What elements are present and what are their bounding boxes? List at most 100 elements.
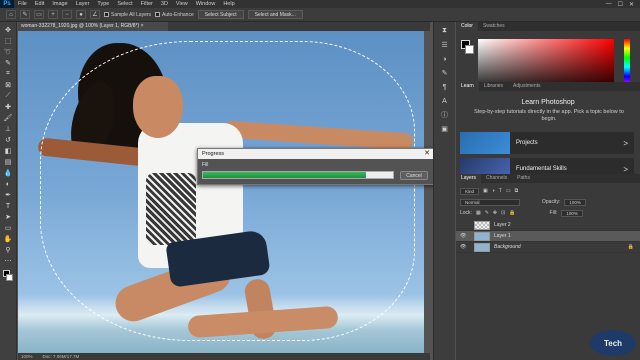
- document-canvas[interactable]: [18, 31, 424, 353]
- menu-help[interactable]: Help: [219, 0, 238, 8]
- progress-bar: [202, 171, 394, 179]
- add-to-selection-icon[interactable]: +: [48, 10, 58, 19]
- quick-selection-tool-icon[interactable]: ✎: [20, 10, 30, 19]
- filter-pixel-icon[interactable]: ▣: [483, 188, 488, 194]
- menu-view[interactable]: View: [172, 0, 192, 8]
- home-icon[interactable]: ⌂: [6, 10, 16, 19]
- tab-libraries[interactable]: Libraries: [479, 82, 508, 91]
- tab-swatches[interactable]: Swatches: [478, 22, 510, 31]
- card-label: Fundamental Skills: [516, 166, 567, 172]
- menu-edit[interactable]: Edit: [31, 0, 48, 8]
- clone-stamp-tool-icon[interactable]: ⊥: [2, 124, 14, 134]
- tab-layers[interactable]: Layers: [456, 174, 482, 183]
- eyedropper-tool-icon[interactable]: ⟋: [2, 91, 14, 101]
- menu-filter[interactable]: Filter: [137, 0, 157, 8]
- move-tool-icon[interactable]: ✥: [2, 25, 14, 35]
- menu-file[interactable]: File: [14, 0, 31, 8]
- close-icon[interactable]: ✕: [629, 1, 634, 8]
- path-selection-tool-icon[interactable]: ➤: [2, 212, 14, 222]
- menu-3d[interactable]: 3D: [157, 0, 172, 8]
- healing-brush-tool-icon[interactable]: ✚: [2, 102, 14, 112]
- background-color-chip[interactable]: [465, 45, 474, 54]
- history-brush-tool-icon[interactable]: ↺: [2, 135, 14, 145]
- frame-tool-icon[interactable]: ⊠: [2, 80, 14, 90]
- tab-adjustments[interactable]: Adjustments: [508, 82, 546, 91]
- tab-paths[interactable]: Paths: [512, 174, 535, 183]
- menu-bar: Ps File Edit Image Layer Type Select Fil…: [0, 0, 640, 8]
- zoom-level[interactable]: 100%: [21, 354, 33, 359]
- menu-select[interactable]: Select: [113, 0, 136, 8]
- blend-opacity-row: Normal Opacity: 100%: [460, 198, 586, 206]
- menu-type[interactable]: Type: [93, 0, 113, 8]
- menu-image[interactable]: Image: [48, 0, 71, 8]
- learn-card-projects[interactable]: Projects >: [460, 132, 634, 154]
- new-selection-icon[interactable]: ▭: [34, 10, 44, 19]
- pen-tool-icon[interactable]: ✒: [2, 190, 14, 200]
- lasso-tool-icon[interactable]: ➰: [2, 47, 14, 57]
- brush-tool-icon[interactable]: 🖌: [2, 113, 14, 123]
- dodge-tool-icon[interactable]: ◐: [2, 179, 14, 189]
- chevron-right-icon: >: [623, 138, 628, 148]
- right-panels: Color Swatches Learn Libraries Adjustmen…: [456, 22, 640, 360]
- filter-smart-object-icon[interactable]: ⧉: [515, 188, 519, 194]
- layer-row-layer-1[interactable]: 👁 Layer 1: [456, 231, 640, 242]
- subtract-from-selection-icon[interactable]: −: [62, 10, 72, 19]
- photo-right-arm: [222, 120, 414, 151]
- properties-icon[interactable]: ☰: [439, 40, 450, 50]
- document-tab[interactable]: woman-332278_1920.jpg @ 100% (Layer 1, R…: [18, 22, 168, 31]
- character-icon[interactable]: A: [439, 96, 450, 106]
- minimize-icon[interactable]: —: [606, 1, 612, 8]
- layer-row-background[interactable]: 👁 Background 🔒: [456, 242, 640, 253]
- lock-position-icon[interactable]: ✥: [493, 210, 497, 216]
- libraries-icon[interactable]: ▣: [439, 124, 450, 134]
- brush-size-icon[interactable]: ●: [76, 10, 86, 19]
- eye-icon[interactable]: 👁: [460, 244, 468, 250]
- lock-transparent-icon[interactable]: ▦: [476, 210, 481, 216]
- blend-mode-select[interactable]: Normal: [460, 198, 520, 206]
- eye-icon[interactable]: 👁: [460, 233, 468, 239]
- eraser-tool-icon[interactable]: ◧: [2, 146, 14, 156]
- angle-icon[interactable]: ∠: [90, 10, 100, 19]
- crop-tool-icon[interactable]: ⌗: [2, 69, 14, 79]
- menu-layer[interactable]: Layer: [72, 0, 94, 8]
- gradient-tool-icon[interactable]: ▤: [2, 157, 14, 167]
- lock-image-icon[interactable]: ✎: [485, 210, 489, 216]
- sample-all-layers-checkbox[interactable]: Sample All Layers: [104, 12, 151, 18]
- tab-learn[interactable]: Learn: [456, 82, 479, 91]
- filter-type-icon[interactable]: T: [499, 188, 502, 194]
- cancel-button[interactable]: Cancel: [400, 171, 428, 180]
- filter-shape-icon[interactable]: ▭: [506, 188, 511, 194]
- opacity-input[interactable]: 100%: [564, 198, 586, 206]
- checkbox-box[interactable]: [104, 12, 109, 17]
- kind-filter-select[interactable]: Kind: [460, 187, 480, 195]
- checkbox-box[interactable]: [155, 12, 161, 17]
- zoom-tool-icon[interactable]: ⚲: [2, 245, 14, 255]
- info-icon[interactable]: ⓘ: [439, 110, 450, 120]
- brush-settings-icon[interactable]: ✎: [439, 68, 450, 78]
- select-and-mask-button[interactable]: Select and Mask...: [247, 10, 303, 19]
- menu-window[interactable]: Window: [192, 0, 220, 8]
- lock-all-icon[interactable]: 🔒: [509, 210, 515, 216]
- maximize-icon[interactable]: ☐: [618, 1, 623, 8]
- tab-channels[interactable]: Channels: [481, 174, 512, 183]
- filter-adjustment-icon[interactable]: ◑: [492, 188, 495, 194]
- more-tools-icon[interactable]: ⋯: [2, 256, 14, 266]
- type-tool-icon[interactable]: T: [2, 201, 14, 211]
- layer-row-layer-2[interactable]: Layer 2: [456, 220, 640, 231]
- history-icon[interactable]: ⧗: [439, 26, 450, 36]
- background-color-swatch[interactable]: [6, 274, 13, 281]
- paragraph-icon[interactable]: ¶: [439, 82, 450, 92]
- auto-enhance-checkbox[interactable]: Auto-Enhance: [155, 12, 194, 18]
- tab-color[interactable]: Color: [456, 22, 478, 31]
- marquee-tool-icon[interactable]: ⬚: [2, 36, 14, 46]
- quick-selection-tool-icon[interactable]: ✎: [2, 58, 14, 68]
- blur-tool-icon[interactable]: 💧: [2, 168, 14, 178]
- layer-name: Background: [494, 244, 521, 250]
- select-subject-button[interactable]: Select Subject: [197, 10, 244, 19]
- lock-artboard-icon[interactable]: ⊡: [501, 210, 505, 216]
- rectangle-tool-icon[interactable]: ▭: [2, 223, 14, 233]
- adjustments-icon[interactable]: ◑: [439, 54, 450, 64]
- fill-input[interactable]: 100%: [561, 209, 583, 217]
- hand-tool-icon[interactable]: ✋: [2, 234, 14, 244]
- close-icon[interactable]: ✕: [424, 149, 430, 159]
